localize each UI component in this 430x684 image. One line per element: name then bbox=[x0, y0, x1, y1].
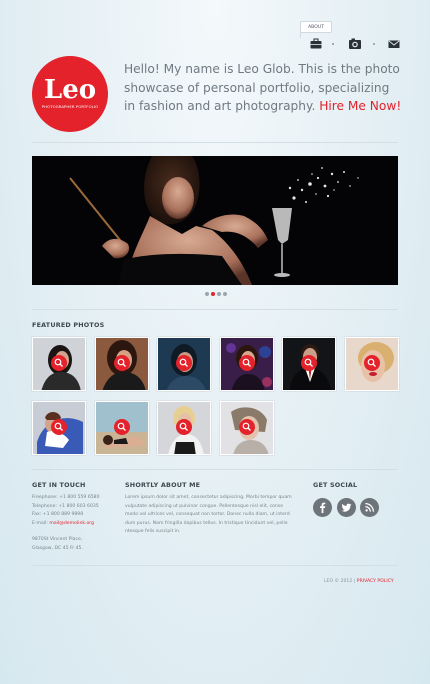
featured-divider bbox=[32, 469, 398, 470]
about-tab[interactable]: ABOUT bbox=[300, 21, 332, 33]
featured-thumb[interactable] bbox=[32, 337, 86, 391]
about-line: Lorem ipsum dolor sit amet, consectetur … bbox=[125, 495, 292, 500]
featured-thumb[interactable] bbox=[157, 401, 211, 455]
about-line: modo vel ultrices vel, consequat non tor… bbox=[125, 512, 290, 518]
hero-slider[interactable] bbox=[32, 156, 398, 285]
footer-divider bbox=[32, 565, 398, 566]
zoom-icon bbox=[364, 355, 380, 371]
footer-separator: | bbox=[353, 579, 356, 584]
address-line-2: Glasgow, DC 45 Fr 45. bbox=[32, 545, 83, 551]
get-in-touch-title: GET IN TOUCH bbox=[32, 481, 86, 489]
slider-pagination bbox=[205, 292, 229, 298]
featured-thumb[interactable] bbox=[220, 337, 274, 391]
zoom-icon bbox=[239, 355, 255, 371]
about-line: ntesque felis suscipit in. bbox=[125, 529, 181, 535]
briefcase-icon[interactable] bbox=[309, 37, 323, 51]
facebook-icon[interactable] bbox=[313, 498, 332, 517]
zoom-icon bbox=[239, 419, 255, 435]
featured-thumb[interactable] bbox=[95, 401, 149, 455]
hero-photo bbox=[32, 156, 398, 285]
logo[interactable]: Leo PHOTOGRAPHER PORTFOLIO bbox=[32, 56, 108, 132]
about-tab-connector bbox=[300, 30, 301, 38]
featured-thumb[interactable] bbox=[157, 337, 211, 391]
intro-text: Hello! My name is Leo Glob. This is the … bbox=[124, 60, 404, 116]
logo-tagline: PHOTOGRAPHER PORTFOLIO bbox=[41, 104, 99, 109]
featured-thumb[interactable] bbox=[282, 337, 336, 391]
contact-details: Freephone: +1 800 559 6580 Telephone: +1… bbox=[32, 494, 122, 554]
about-line: vulputate adipiscing ut pulvinar congue.… bbox=[125, 503, 284, 509]
nav-separator bbox=[332, 43, 334, 45]
featured-thumb[interactable] bbox=[95, 337, 149, 391]
featured-thumb[interactable] bbox=[220, 401, 274, 455]
address-line-1: 9870St Vincent Place, bbox=[32, 537, 83, 543]
zoom-icon bbox=[114, 355, 130, 371]
privacy-policy-link[interactable]: PRIVACY POLICY bbox=[357, 579, 394, 584]
about-me-text: Lorem ipsum dolor sit amet, consectetur … bbox=[125, 494, 307, 537]
fax-text: Fax: +1 800 889 9898 bbox=[32, 512, 84, 518]
featured-thumb[interactable] bbox=[32, 401, 86, 455]
zoom-icon bbox=[114, 419, 130, 435]
slider-dot[interactable] bbox=[223, 292, 227, 296]
slider-dot[interactable] bbox=[217, 292, 221, 296]
logo-name: Leo bbox=[43, 75, 97, 105]
get-social-title: GET SOCIAL bbox=[313, 481, 358, 489]
mail-icon[interactable] bbox=[387, 37, 401, 51]
slider-dot[interactable] bbox=[205, 292, 209, 296]
header-divider bbox=[32, 142, 398, 143]
email-link[interactable]: mail@demolink.org bbox=[49, 521, 94, 526]
email-row: E-mail: mail@demolink.org bbox=[32, 520, 122, 529]
featured-photos-title: FEATURED PHOTOS bbox=[32, 321, 105, 329]
featured-thumb[interactable] bbox=[345, 337, 399, 391]
nav-separator bbox=[373, 43, 375, 45]
copyright-text: LEO © 2012 bbox=[324, 579, 353, 584]
footer: LEO © 2012 | PRIVACY POLICY bbox=[324, 579, 394, 584]
twitter-icon[interactable] bbox=[337, 498, 356, 517]
slider-divider bbox=[32, 309, 398, 310]
top-nav bbox=[307, 37, 402, 51]
page: ABOUT Leo PHOTOGRAPHER PORTFOLIO Hello! … bbox=[0, 0, 430, 684]
telephone-text: Telephone: +1 800 603 6035 bbox=[32, 503, 99, 509]
zoom-icon bbox=[51, 419, 67, 435]
rss-icon[interactable] bbox=[360, 498, 379, 517]
email-label: E-mail: bbox=[32, 520, 48, 526]
zoom-icon bbox=[176, 419, 192, 435]
slider-dot-active[interactable] bbox=[211, 292, 215, 296]
camera-icon[interactable] bbox=[348, 37, 362, 51]
about-line: dum purus. Nam fringilla dapibus tellus.… bbox=[125, 520, 288, 526]
freephone-text: Freephone: +1 800 559 6580 bbox=[32, 495, 100, 500]
zoom-icon bbox=[301, 355, 317, 371]
hire-me-link[interactable]: Hire Me Now! bbox=[319, 99, 401, 113]
about-me-title: SHORTLY ABOUT ME bbox=[125, 481, 201, 489]
zoom-icon bbox=[51, 355, 67, 371]
zoom-icon bbox=[176, 355, 192, 371]
